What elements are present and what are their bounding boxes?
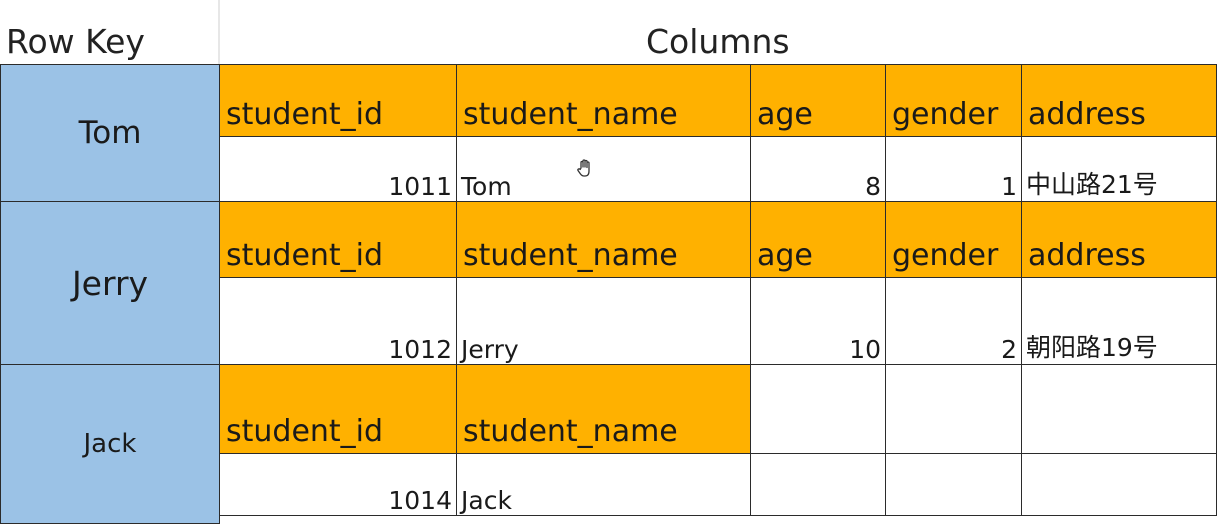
cell-address: 朝阳路19号 [1021, 277, 1217, 365]
columns-header: Columns [646, 22, 790, 61]
column-name-student-name: student_name [456, 201, 751, 278]
column-name-student-id: student_id [219, 364, 457, 454]
column-name-gender: gender [885, 201, 1022, 278]
cell-age: 8 [750, 136, 886, 202]
cell-address: 中山路21号 [1021, 136, 1217, 202]
column-name-student-id: student_id [219, 64, 457, 137]
cell-student-name: Jerry [456, 277, 751, 365]
header-divider [218, 0, 220, 64]
cell-student-name: Tom [456, 136, 751, 202]
cell-student-name: Jack [456, 453, 751, 516]
cell-student-id: 1011 [219, 136, 457, 202]
column-name-age: age [750, 64, 886, 137]
cell-student-id: 1014 [219, 453, 457, 516]
empty-cell [1021, 364, 1217, 454]
cell-age: 10 [750, 277, 886, 365]
row-key-jack: Jack [0, 364, 220, 524]
column-name-address: address [1021, 64, 1217, 137]
row-key-tom: Tom [0, 64, 220, 202]
cell-gender: 1 [885, 136, 1022, 202]
column-name-age: age [750, 201, 886, 278]
empty-cell [750, 453, 886, 516]
row-key-header: Row Key [6, 22, 145, 61]
column-name-gender: gender [885, 64, 1022, 137]
empty-cell [885, 453, 1022, 516]
row-key-jerry: Jerry [0, 201, 220, 365]
column-name-student-id: student_id [219, 201, 457, 278]
empty-cell [885, 364, 1022, 454]
empty-cell [750, 364, 886, 454]
column-name-address: address [1021, 201, 1217, 278]
cell-gender: 2 [885, 277, 1022, 365]
cell-student-id: 1012 [219, 277, 457, 365]
hand-cursor-icon [574, 157, 598, 186]
column-name-student-name: student_name [456, 64, 751, 137]
empty-cell [1021, 453, 1217, 516]
column-name-student-name: student_name [456, 364, 751, 454]
